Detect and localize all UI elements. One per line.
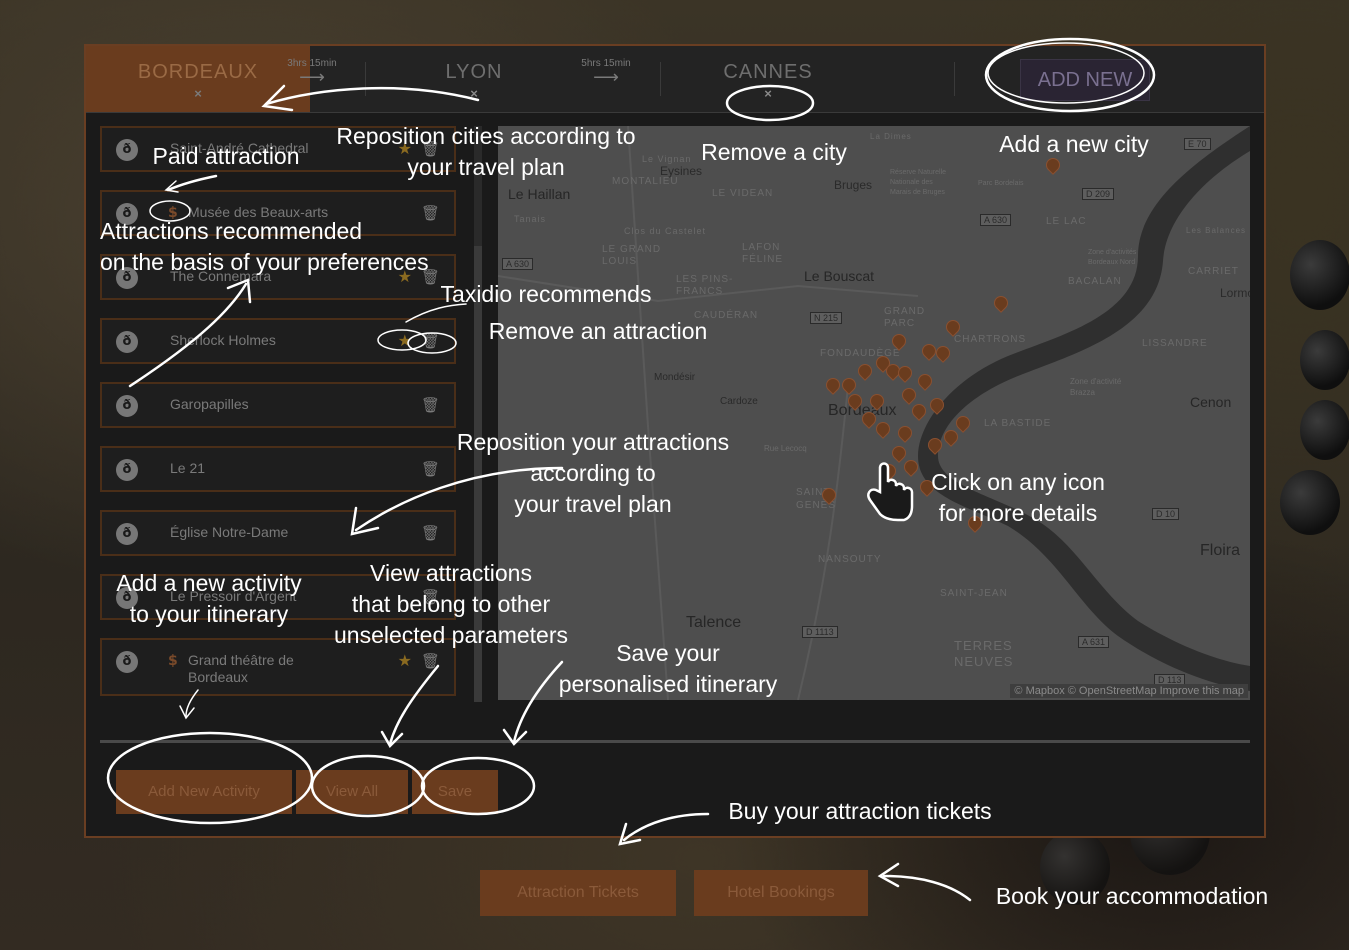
annotation-recommended: Attractions recommended on the basis of … (100, 218, 429, 275)
annotation-circle (420, 756, 536, 816)
annotation-arrow (264, 86, 480, 106)
annotation-add-city: Add a new city (999, 131, 1149, 157)
annotation-click-icon: Click on any icon for more details (931, 469, 1105, 526)
annotation-circle (106, 731, 314, 825)
annotation-arrow (185, 689, 199, 717)
annotation-circle (310, 754, 426, 818)
annotation-circle (725, 84, 815, 122)
annotation-taxidio: Taxidio recommends (440, 281, 652, 307)
annotation-arrow (166, 174, 218, 192)
hand-pointer-icon (867, 462, 914, 522)
annotation-buy-tickets: Buy your attraction tickets (728, 798, 992, 824)
annotation-remove-city: Remove a city (701, 139, 847, 165)
annotation-add-activity: Add a new activity to your itinerary (116, 570, 302, 627)
annotation-circle (987, 42, 1145, 104)
annotation-arrow (622, 812, 710, 842)
annotation-reposition-attractions: Reposition your attractions according to… (456, 429, 730, 517)
annotation-save-itinerary: Save your personalised itinerary (558, 640, 778, 697)
annotation-circle (984, 37, 1156, 113)
annotation-arrow (128, 282, 248, 388)
annotation-circle (407, 332, 457, 354)
annotation-book-accommodation: Book your accommodation (995, 883, 1269, 909)
annotation-reposition-cities: Reposition cities according to your trav… (336, 123, 636, 180)
annotation-paid-attraction: Paid attraction (152, 143, 300, 169)
annotation-arrow (882, 874, 972, 902)
annotation-view-attractions: View attractions that belong to other un… (334, 560, 568, 648)
annotation-remove-attraction: Remove an attraction (488, 318, 708, 344)
annotation-circle (377, 329, 427, 351)
annotation-arrow (388, 664, 440, 746)
